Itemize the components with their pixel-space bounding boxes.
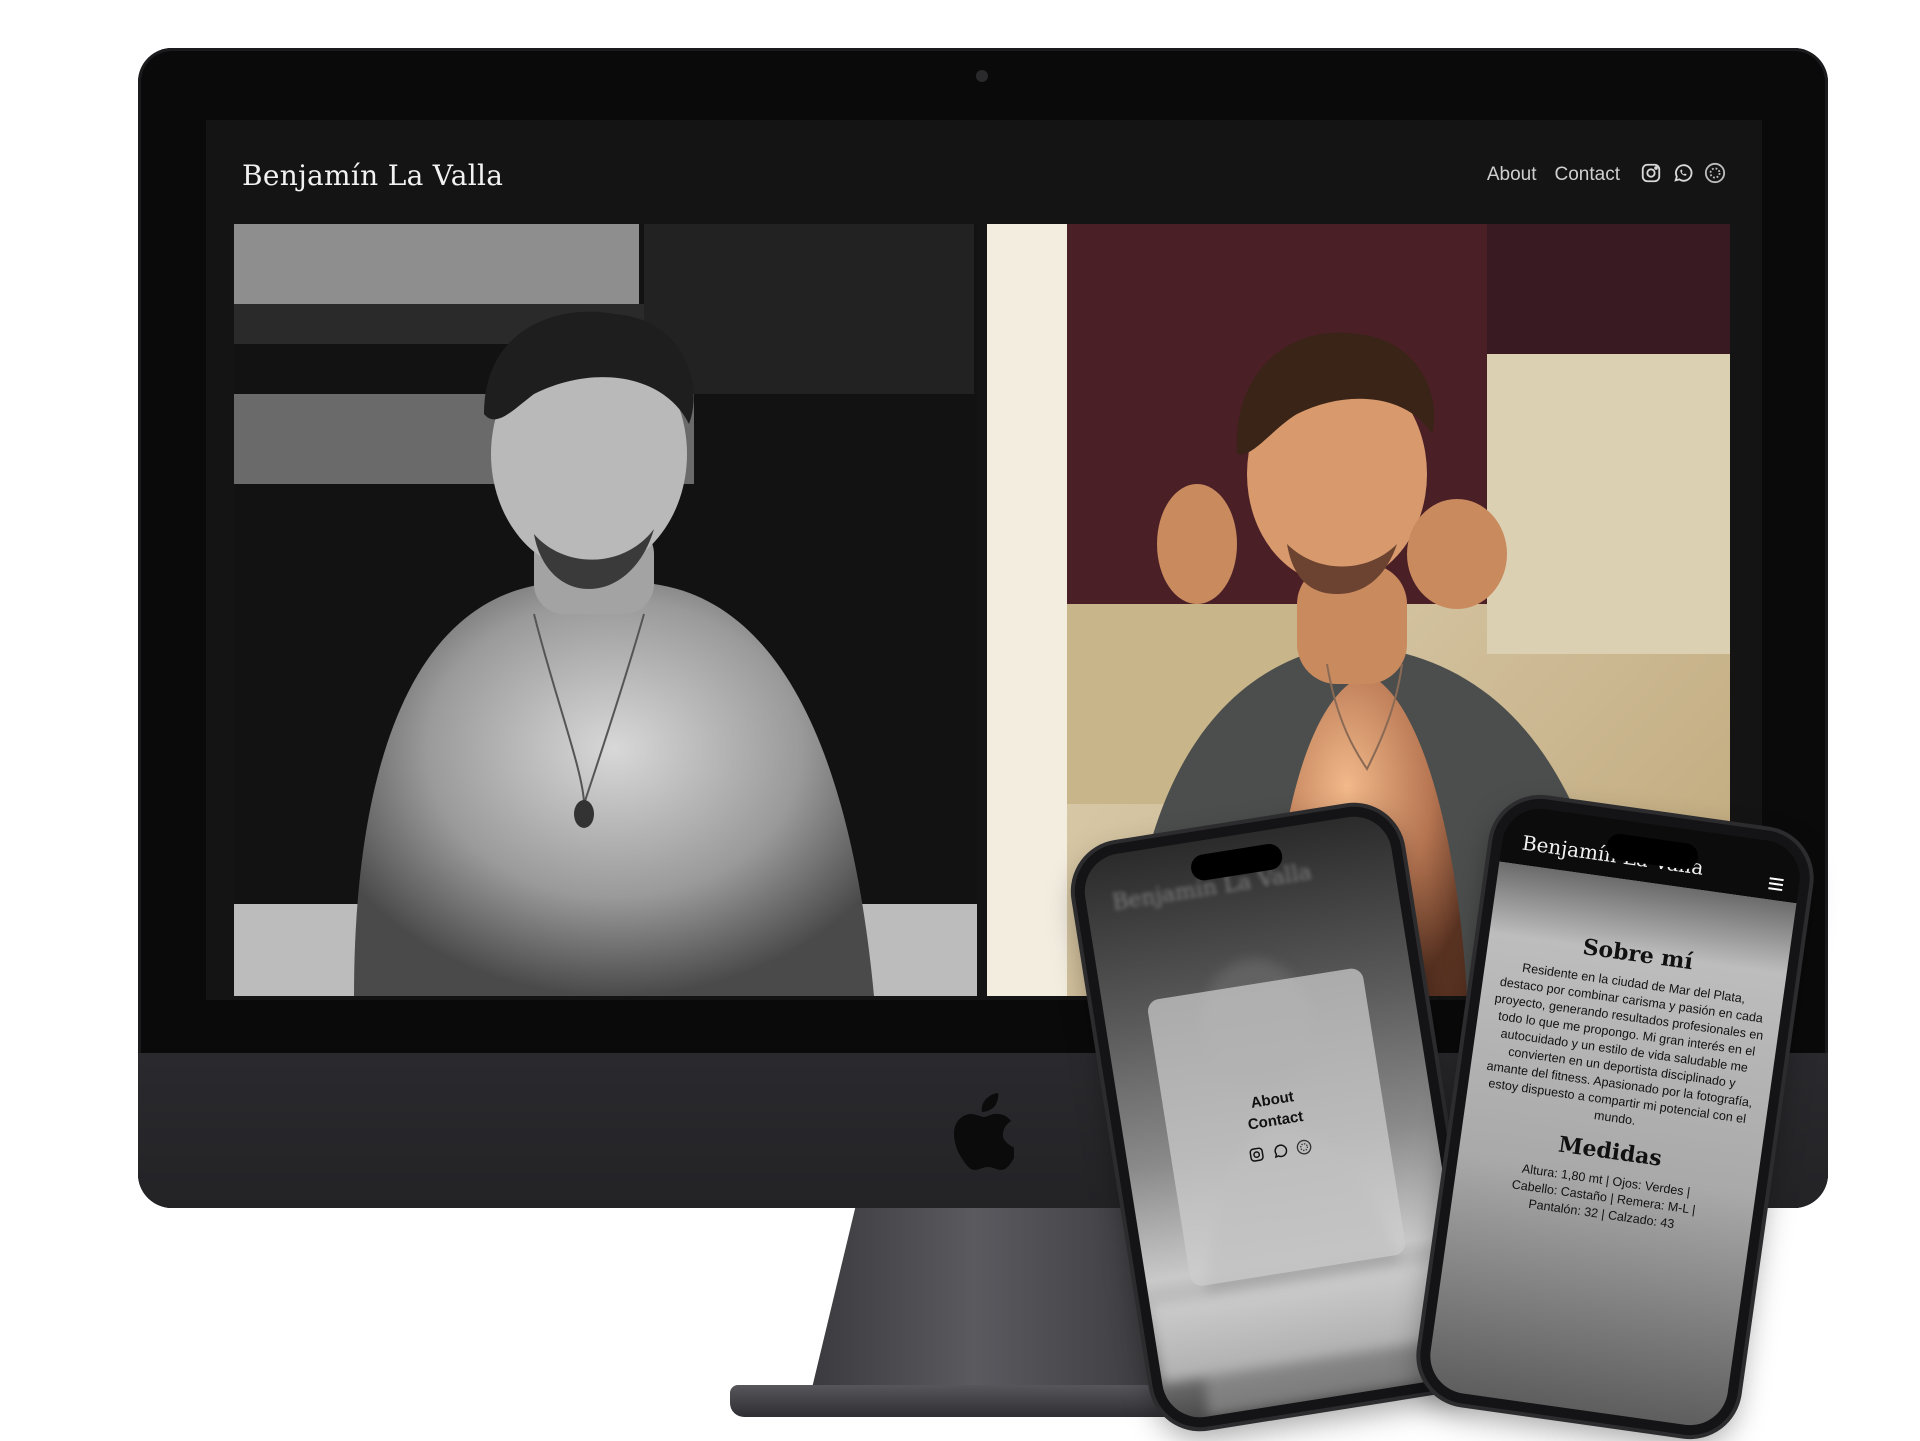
camera-dot [976, 70, 988, 82]
about-text: Residente en la ciudad de Mar del Plata,… [1485, 960, 1765, 1128]
portrait-photo-bw [234, 224, 977, 996]
mobile-nav-about-link[interactable]: About [1249, 1088, 1294, 1112]
social-icons [1640, 162, 1726, 189]
instagram-icon[interactable] [1247, 1145, 1266, 1168]
mobile-nav-contact-link[interactable]: Contact [1247, 1108, 1305, 1134]
instagram-icon[interactable] [1640, 162, 1662, 189]
apple-logo-icon [954, 1093, 1014, 1170]
whatsapp-icon[interactable] [1672, 162, 1694, 189]
nav-about-link[interactable]: About [1487, 164, 1537, 186]
hamburger-menu-icon[interactable] [1768, 877, 1784, 892]
mobile-social-icons [1247, 1137, 1313, 1168]
imac-stand [812, 1208, 1172, 1388]
main-nav: About Contact [1487, 162, 1726, 189]
nav-contact-link[interactable]: Contact [1555, 164, 1620, 186]
circle-icon[interactable] [1295, 1137, 1314, 1160]
whatsapp-icon[interactable] [1271, 1141, 1290, 1164]
circle-icon[interactable] [1704, 162, 1726, 189]
site-header: Benjamín La Valla About Contact [206, 120, 1762, 230]
about-section: Sobre mí Residente en la ciudad de Mar d… [1465, 923, 1774, 1242]
site-title[interactable]: Benjamín La Valla [242, 159, 503, 192]
mobile-menu-overlay: About Contact [1146, 966, 1407, 1288]
